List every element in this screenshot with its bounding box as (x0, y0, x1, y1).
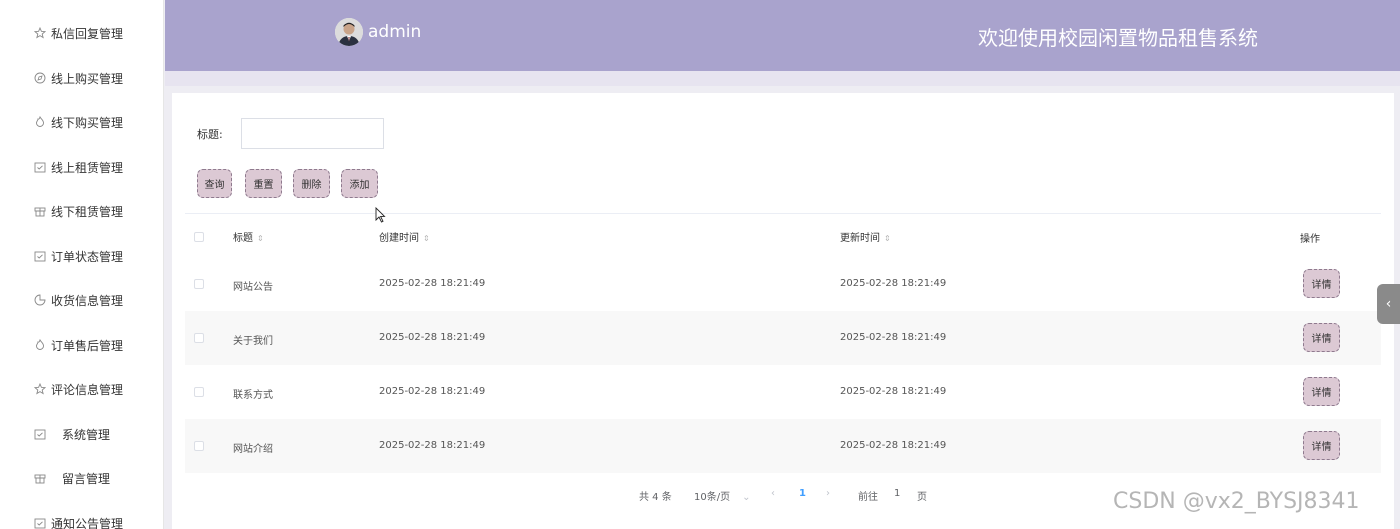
delete-button[interactable]: 删除 (293, 169, 330, 198)
column-header-created[interactable]: 创建时间 ⇕ (379, 229, 430, 244)
sidebar-item-label: 线上购买管理 (51, 71, 124, 86)
sidebar-item-offline-purchase[interactable]: 线下购买管理 (0, 100, 164, 144)
column-header-actions: 操作 (1300, 234, 1320, 245)
sidebar-item-order-status[interactable]: 订单状态管理 (0, 234, 164, 278)
cell-created: 2025-02-28 18:21:49 (379, 386, 486, 397)
system-title: 欢迎使用校园闲置物品租售系统 (978, 26, 1258, 50)
sidebar-item-label: 订单状态管理 (51, 249, 124, 264)
goto-label: 前往 (858, 492, 878, 503)
calendar-check-icon (33, 427, 47, 441)
row-checkbox[interactable] (194, 279, 204, 289)
sidebar-item-shipping-info[interactable]: 收货信息管理 (0, 278, 164, 322)
flame-icon (33, 338, 47, 352)
page-size-select[interactable]: 10条/页 ⌄ (694, 488, 750, 503)
goto-suffix: 页 (917, 492, 927, 503)
column-header-label: 创建时间 (379, 233, 419, 244)
cell-title: 联系方式 (233, 390, 273, 401)
sidebar-item-online-rental[interactable]: 线上租赁管理 (0, 145, 164, 189)
star-icon (33, 26, 47, 40)
page-size-value: 10条/页 (694, 492, 731, 503)
row-checkbox[interactable] (194, 441, 204, 451)
avatar[interactable] (335, 18, 363, 46)
sort-icon[interactable]: ⇕ (257, 234, 264, 243)
chevron-down-icon: ⌄ (742, 492, 751, 503)
add-button[interactable]: 添加 (341, 169, 378, 198)
query-button[interactable]: 查询 (197, 169, 232, 198)
table-row: 联系方式 2025-02-28 18:21:49 2025-02-28 18:2… (185, 365, 1381, 419)
collapse-handle[interactable]: ‹ (1377, 284, 1400, 324)
sort-icon[interactable]: ⇕ (423, 234, 430, 243)
column-header-updated[interactable]: 更新时间 ⇕ (840, 229, 891, 244)
search-title-input[interactable] (241, 118, 384, 149)
cell-created: 2025-02-28 18:21:49 (379, 332, 486, 343)
row-checkbox[interactable] (194, 333, 204, 343)
cell-created: 2025-02-28 18:21:49 (379, 440, 486, 451)
sort-icon[interactable]: ⇕ (884, 234, 891, 243)
sidebar-item-label: 私信回复管理 (51, 26, 124, 41)
cell-created: 2025-02-28 18:21:49 (379, 278, 486, 289)
table-row: 网站介绍 2025-02-28 18:21:49 2025-02-28 18:2… (185, 419, 1381, 473)
detail-button[interactable]: 详情 (1303, 269, 1340, 298)
sidebar-item-messages[interactable]: 留言管理 (0, 456, 164, 500)
username[interactable]: admin (368, 22, 421, 42)
cell-title: 网站介绍 (233, 444, 273, 455)
select-all-checkbox[interactable] (194, 232, 204, 242)
sidebar-item-label: 线上租赁管理 (51, 160, 124, 175)
compass-icon (33, 71, 47, 85)
calendar-check-icon (33, 160, 47, 174)
flame-icon (33, 115, 47, 129)
reset-button[interactable]: 重置 (245, 169, 282, 198)
cell-updated: 2025-02-28 18:21:49 (840, 440, 947, 451)
star-icon (33, 382, 47, 396)
watermark: CSDN @vx2_BYSJ8341 (1113, 489, 1360, 514)
page-number-current[interactable]: 1 (799, 488, 806, 499)
column-header-label: 更新时间 (840, 233, 880, 244)
header-divider (165, 71, 1400, 86)
data-table: 标题 ⇕ 创建时间 ⇕ 更新时间 ⇕ 操作 网站公告 2025-02-28 18:21… (185, 213, 1381, 473)
cell-title: 网站公告 (233, 282, 273, 293)
detail-button[interactable]: 详情 (1303, 431, 1340, 460)
sidebar-item-after-sales[interactable]: 订单售后管理 (0, 323, 164, 367)
sidebar-item-label: 通知公告管理 (51, 516, 124, 529)
next-page-icon[interactable]: › (826, 488, 830, 499)
calendar-check-icon (33, 516, 47, 529)
table-row: 关于我们 2025-02-28 18:21:49 2025-02-28 18:2… (185, 311, 1381, 365)
chevron-left-icon: ‹ (1385, 296, 1392, 312)
cell-title: 关于我们 (233, 336, 273, 347)
sidebar-item-comments[interactable]: 评论信息管理 (0, 367, 164, 411)
mouse-cursor-icon (375, 206, 387, 227)
sidebar: 私信回复管理 线上购买管理 线下购买管理 线上租赁管理 线下租赁管理 订单状态管… (0, 0, 164, 529)
sidebar-item-notices[interactable]: 通知公告管理 (0, 501, 164, 529)
column-header-title[interactable]: 标题 ⇕ (233, 229, 264, 244)
sidebar-item-offline-rental[interactable]: 线下租赁管理 (0, 189, 164, 233)
table-row: 网站公告 2025-02-28 18:21:49 2025-02-28 18:2… (185, 257, 1381, 311)
sidebar-item-online-purchase[interactable]: 线上购买管理 (0, 56, 164, 100)
search-title-label: 标题: (197, 128, 223, 141)
sidebar-item-system[interactable]: 系统管理 (0, 412, 164, 456)
cell-updated: 2025-02-28 18:21:49 (840, 332, 947, 343)
row-checkbox[interactable] (194, 387, 204, 397)
calendar-check-icon (33, 249, 47, 263)
sidebar-item-private-reply[interactable]: 私信回复管理 (0, 11, 164, 55)
prev-page-icon[interactable]: ‹ (771, 488, 775, 499)
detail-button[interactable]: 详情 (1303, 377, 1340, 406)
top-header: admin 欢迎使用校园闲置物品租售系统 (165, 0, 1400, 71)
gift-icon (33, 204, 47, 218)
sidebar-item-label: 评论信息管理 (51, 382, 124, 397)
column-header-label: 标题 (233, 233, 253, 244)
detail-button[interactable]: 详情 (1303, 323, 1340, 352)
sidebar-item-label: 系统管理 (62, 427, 111, 442)
cell-updated: 2025-02-28 18:21:49 (840, 278, 947, 289)
pagination-total: 共 4 条 (639, 492, 672, 503)
sidebar-item-label: 线下购买管理 (51, 115, 124, 130)
sidebar-item-label: 订单售后管理 (51, 338, 124, 353)
sidebar-item-label: 收货信息管理 (51, 293, 124, 308)
goto-page-input[interactable]: 1 (894, 488, 900, 499)
sidebar-item-label: 留言管理 (62, 471, 111, 486)
gift-icon (33, 471, 47, 485)
cell-updated: 2025-02-28 18:21:49 (840, 386, 947, 397)
chart-icon (33, 293, 47, 307)
sidebar-item-label: 线下租赁管理 (51, 204, 124, 219)
